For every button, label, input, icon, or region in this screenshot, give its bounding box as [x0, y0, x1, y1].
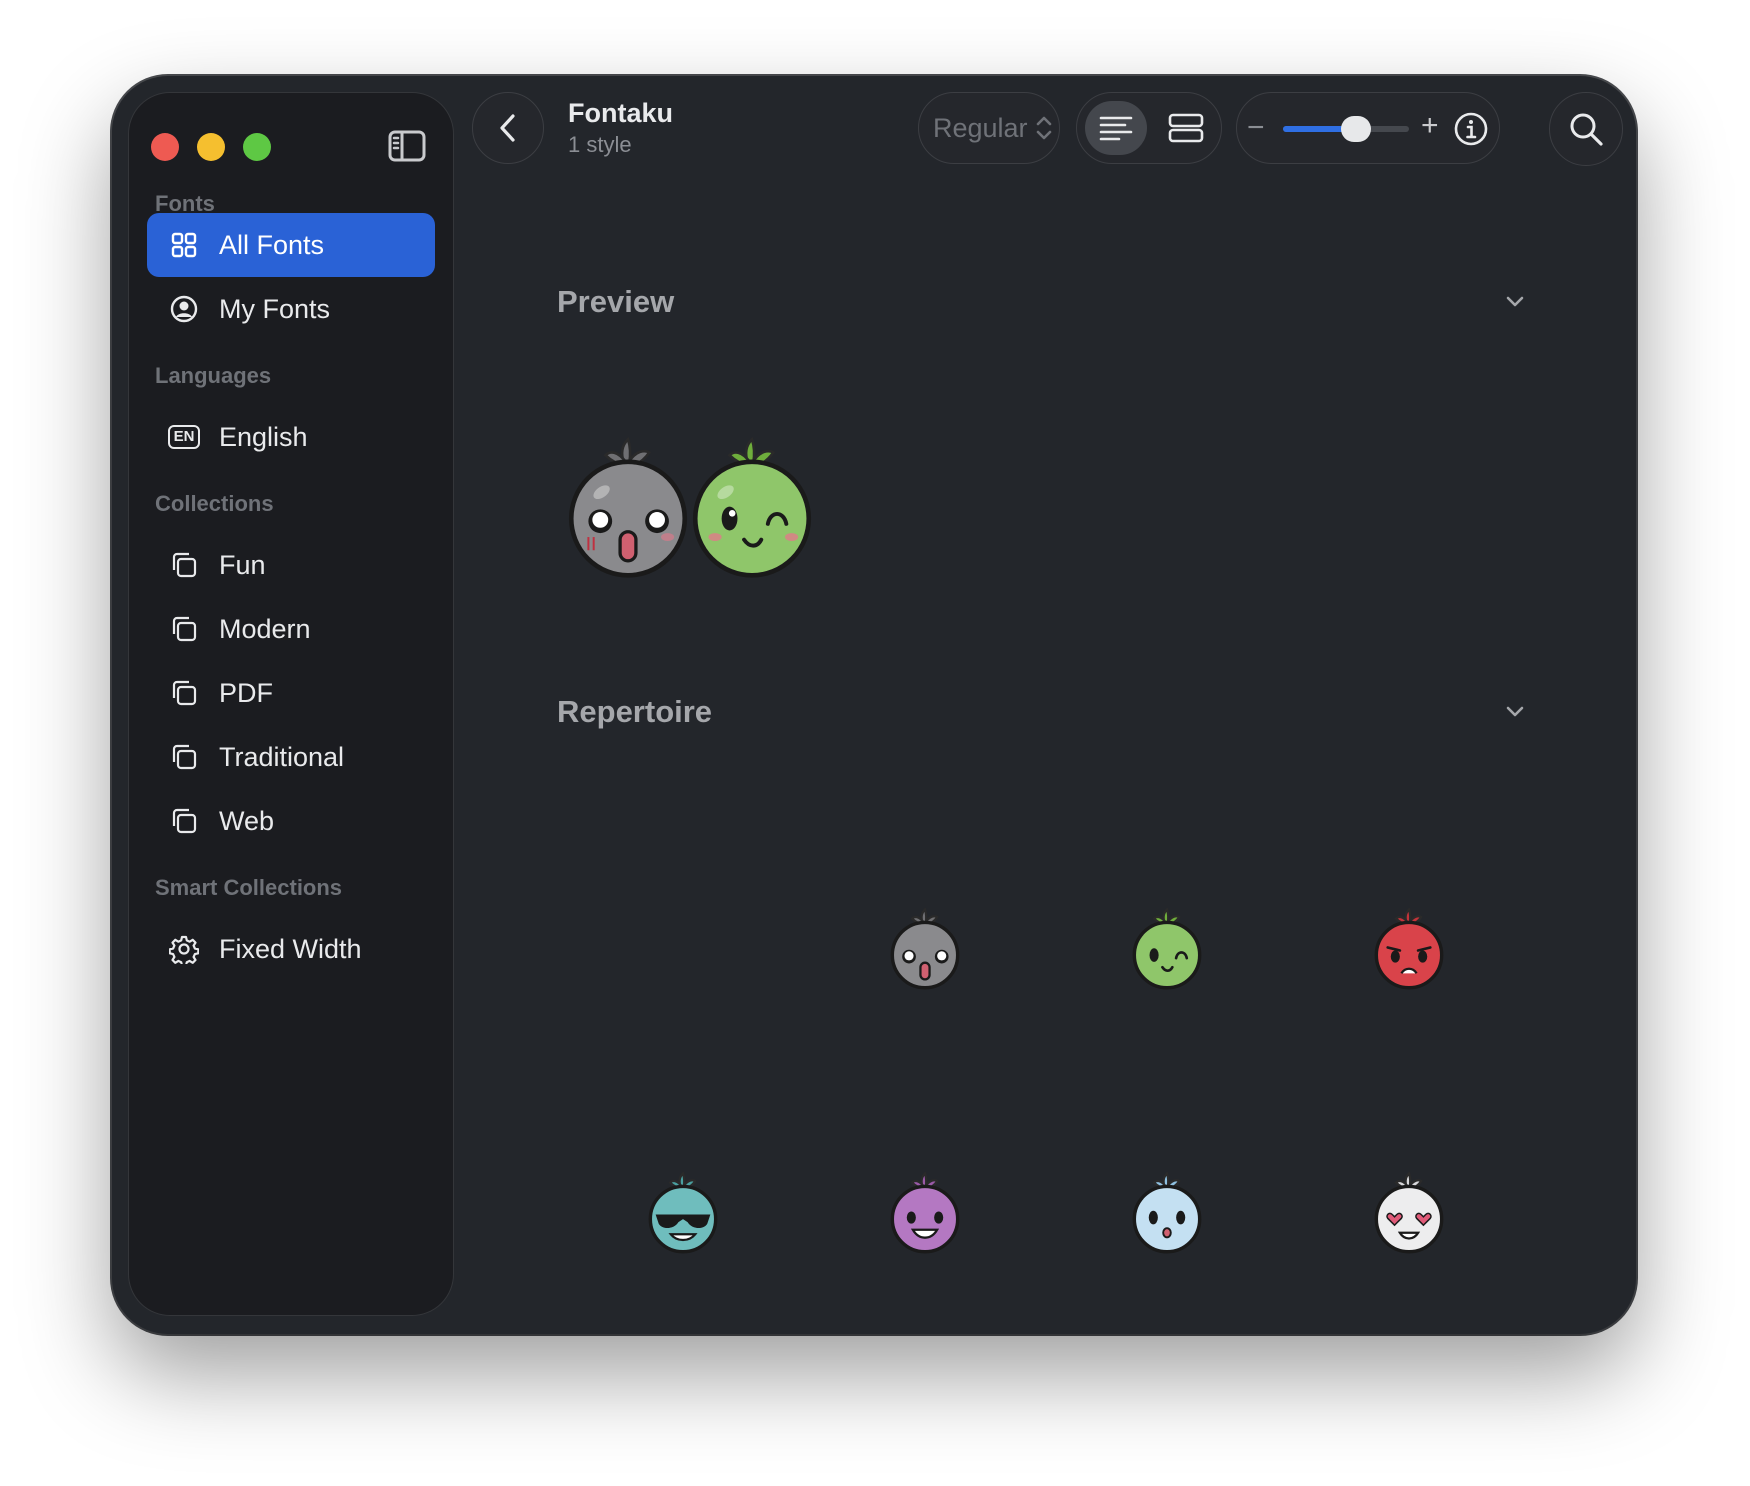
zoom-in-button[interactable]: + — [1421, 109, 1439, 143]
sidebar-item-label: English — [219, 421, 308, 452]
search-icon — [1570, 113, 1603, 146]
zoom-out-button[interactable]: − — [1247, 111, 1265, 145]
collection-icon — [169, 806, 199, 836]
red-angry-glyph — [1374, 907, 1444, 990]
zoom-slider-thumb[interactable] — [1341, 116, 1372, 142]
search-button[interactable] — [1549, 92, 1623, 166]
en-badge-icon: EN — [167, 422, 201, 452]
sidebar-item-label: Fixed Width — [219, 933, 362, 964]
purple-grinning-glyph — [890, 1171, 960, 1254]
sidebar-item-english[interactable]: EN English — [147, 405, 435, 469]
back-button[interactable] — [472, 92, 544, 164]
close-button[interactable] — [151, 133, 179, 161]
teal-sunglasses-glyph — [648, 1171, 718, 1254]
zoom-slider[interactable] — [1283, 116, 1409, 142]
green-winking-glyph — [1132, 907, 1202, 990]
grid-icon — [169, 230, 199, 260]
info-button[interactable] — [1453, 111, 1489, 147]
sidebar-item-label: My Fonts — [219, 293, 331, 324]
sidebar-item-label: PDF — [219, 677, 273, 708]
en-badge-text: EN — [167, 425, 201, 449]
sidebar-icon — [388, 130, 426, 162]
lightblue-shy-glyph — [1132, 1171, 1202, 1254]
chevron-up-down-icon — [1036, 116, 1051, 140]
chevron-down-icon[interactable] — [1504, 290, 1526, 312]
green-winking-glyph — [692, 436, 812, 578]
app-window: Fonts All Fonts My Fonts Languages EN En… — [112, 76, 1636, 1334]
sidebar-item-fixed-width[interactable]: Fixed Width — [147, 917, 435, 981]
style-select-value: Regular — [933, 112, 1028, 143]
section-heading-languages: Languages — [155, 363, 272, 388]
gear-icon — [169, 934, 199, 964]
sidebar-toggle-button[interactable] — [387, 127, 427, 165]
text-view-button[interactable] — [1085, 101, 1147, 155]
view-mode-segmented-control — [1076, 92, 1222, 164]
grid-view-button[interactable] — [1155, 101, 1217, 155]
chevron-down-icon[interactable] — [1504, 700, 1526, 722]
sidebar-item-label: Web — [219, 805, 275, 836]
collection-icon — [169, 550, 199, 580]
sidebar-item-pdf[interactable]: PDF — [147, 661, 435, 725]
style-select[interactable]: Regular — [918, 92, 1060, 164]
sidebar-item-fun[interactable]: Fun — [147, 533, 435, 597]
chevron-left-icon — [500, 114, 515, 142]
gray-surprised-glyph — [568, 436, 688, 578]
sidebar-item-modern[interactable]: Modern — [147, 597, 435, 661]
minimize-button[interactable] — [197, 133, 225, 161]
zoom-button[interactable] — [243, 133, 271, 161]
section-heading-smart-collections: Smart Collections — [155, 875, 343, 900]
sidebar-item-my-fonts[interactable]: My Fonts — [147, 277, 435, 341]
collection-icon — [169, 742, 199, 772]
zoom-control: − + — [1236, 92, 1500, 164]
collection-icon — [169, 678, 199, 708]
info-icon — [1454, 112, 1488, 146]
rows-icon — [1168, 113, 1204, 143]
sidebar-item-label: Traditional — [219, 741, 345, 772]
sidebar-item-traditional[interactable]: Traditional — [147, 725, 435, 789]
gray-surprised-glyph — [890, 907, 960, 990]
sidebar-item-label: Modern — [219, 613, 311, 644]
white-heart-eyes-glyph — [1374, 1171, 1444, 1254]
sidebar-item-all-fonts[interactable]: All Fonts — [147, 213, 435, 277]
sidebar-item-web[interactable]: Web — [147, 789, 435, 853]
font-title: Fontaku — [568, 98, 673, 128]
collection-icon — [169, 614, 199, 644]
sidebar: Fonts All Fonts My Fonts Languages EN En… — [128, 92, 454, 1316]
sidebar-item-label: All Fonts — [219, 229, 325, 260]
repertoire-heading: Repertoire — [557, 694, 713, 729]
font-style-count: 1 style — [568, 132, 632, 157]
person-circle-icon — [169, 294, 199, 324]
preview-heading: Preview — [557, 284, 675, 319]
sidebar-item-label: Fun — [219, 549, 266, 580]
section-heading-collections: Collections — [155, 491, 274, 516]
text-align-left-icon — [1099, 116, 1133, 141]
